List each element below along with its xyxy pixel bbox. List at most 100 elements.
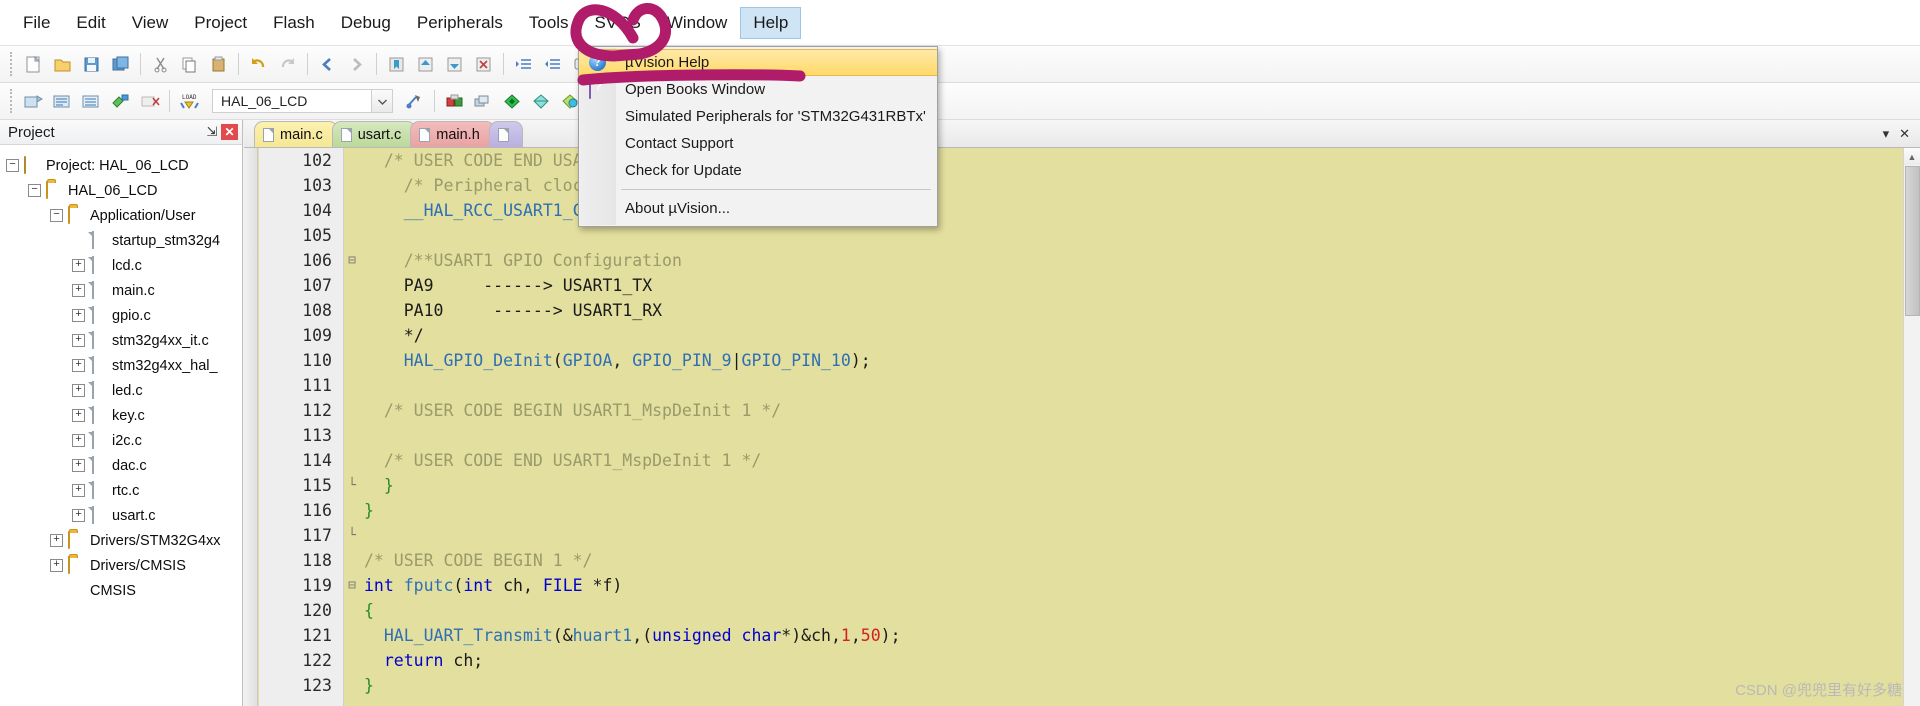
- new-file-icon[interactable]: [20, 51, 47, 78]
- back-icon[interactable]: [314, 51, 341, 78]
- tree-expand-icon[interactable]: +: [72, 384, 85, 397]
- help-menu-item[interactable]: About µVision...: [579, 195, 937, 222]
- code-editor[interactable]: 102 /* USER CODE END USART1_MspDeInit 0 …: [244, 148, 1920, 706]
- fold-marker[interactable]: └: [344, 523, 360, 548]
- tree-item[interactable]: + lcd.c: [6, 253, 242, 278]
- tree-item[interactable]: + Drivers/STM32G4xx: [6, 528, 242, 553]
- tree-expand-icon[interactable]: +: [72, 484, 85, 497]
- menu-file[interactable]: File: [10, 7, 63, 39]
- tree-expand-icon[interactable]: +: [50, 534, 63, 547]
- tree-item[interactable]: + rtc.c: [6, 478, 242, 503]
- menu-svcs[interactable]: SVCS: [582, 7, 654, 39]
- tree-item[interactable]: + gpio.c: [6, 303, 242, 328]
- fold-marker[interactable]: ⊟: [344, 248, 360, 273]
- fold-marker[interactable]: ⊟: [344, 573, 360, 598]
- menu-peripherals[interactable]: Peripherals: [404, 7, 516, 39]
- help-menu-item[interactable]: Open Books Window: [579, 76, 937, 103]
- toolbar-grip[interactable]: [10, 52, 14, 76]
- editor-tab[interactable]: main.c: [254, 121, 338, 147]
- bookmark-toggle-icon[interactable]: [383, 51, 410, 78]
- tree-item[interactable]: + led.c: [6, 378, 242, 403]
- tree-expand-icon[interactable]: +: [72, 359, 85, 372]
- toolbar-grip-2[interactable]: [10, 89, 14, 113]
- pin-icon[interactable]: ⇲: [203, 123, 221, 141]
- help-menu-item[interactable]: Contact Support: [579, 130, 937, 157]
- stop-build-icon[interactable]: [136, 88, 163, 115]
- editor-tab[interactable]: usart.c: [331, 121, 417, 147]
- menu-view[interactable]: View: [119, 7, 182, 39]
- tree-item[interactable]: + dac.c: [6, 453, 242, 478]
- cut-icon[interactable]: [147, 51, 174, 78]
- tree-item[interactable]: + i2c.c: [6, 428, 242, 453]
- tree-expand-icon[interactable]: +: [72, 434, 85, 447]
- tree-expand-icon[interactable]: +: [72, 459, 85, 472]
- save-all-icon[interactable]: [107, 51, 134, 78]
- scrollbar-thumb[interactable]: [1905, 166, 1920, 316]
- editor-tab[interactable]: main.h: [410, 121, 495, 147]
- tree-item[interactable]: + stm32g4xx_it.c: [6, 328, 242, 353]
- tree-item[interactable]: + usart.c: [6, 503, 242, 528]
- tree-expand-icon[interactable]: +: [50, 559, 63, 572]
- forward-icon[interactable]: [343, 51, 370, 78]
- build-icon[interactable]: [49, 88, 76, 115]
- batch-build-icon[interactable]: [107, 88, 134, 115]
- project-target-select[interactable]: HAL_06_LCD: [212, 89, 372, 113]
- redo-icon[interactable]: [274, 51, 301, 78]
- tree-collapse-icon[interactable]: −: [28, 184, 41, 197]
- tree-item[interactable]: − HAL_06_LCD: [6, 178, 242, 203]
- tree-item[interactable]: + key.c: [6, 403, 242, 428]
- scroll-up-arrow-icon[interactable]: ▲: [1904, 148, 1920, 165]
- editor-tab[interactable]: [488, 121, 523, 147]
- menu-debug[interactable]: Debug: [328, 7, 404, 39]
- tree-collapse-icon[interactable]: −: [50, 209, 63, 222]
- tree-expand-icon[interactable]: +: [72, 334, 85, 347]
- help-menu-item[interactable]: Check for Update: [579, 157, 937, 184]
- manage-run-time-env-icon[interactable]: [441, 88, 468, 115]
- tree-item[interactable]: − Project: HAL_06_LCD: [6, 153, 242, 178]
- open-file-icon[interactable]: [49, 51, 76, 78]
- manage-project-items-icon[interactable]: [528, 88, 555, 115]
- editor-vertical-scrollbar[interactable]: ▲: [1903, 148, 1920, 706]
- tree-collapse-icon[interactable]: −: [6, 159, 19, 172]
- tree-expand-icon[interactable]: +: [72, 259, 85, 272]
- bookmark-clear-icon[interactable]: [470, 51, 497, 78]
- close-icon[interactable]: ✕: [221, 124, 238, 140]
- tree-expand-icon[interactable]: +: [72, 509, 85, 522]
- rebuild-icon[interactable]: [78, 88, 105, 115]
- paste-icon[interactable]: [205, 51, 232, 78]
- menu-flash[interactable]: Flash: [260, 7, 328, 39]
- close-document-icon[interactable]: ✕: [1899, 126, 1910, 142]
- select-software-packs-icon[interactable]: [470, 88, 497, 115]
- tree-item[interactable]: CMSIS: [6, 578, 242, 603]
- menu-tools[interactable]: Tools: [516, 7, 582, 39]
- fold-marker[interactable]: └: [344, 473, 360, 498]
- translate-icon[interactable]: [20, 88, 47, 115]
- menu-project[interactable]: Project: [181, 7, 260, 39]
- tree-item[interactable]: + Drivers/CMSIS: [6, 553, 242, 578]
- tree-item[interactable]: + main.c: [6, 278, 242, 303]
- project-target-dropdown-icon[interactable]: [372, 89, 393, 113]
- indent-decrease-icon[interactable]: [539, 51, 566, 78]
- pack-installer-icon[interactable]: [499, 88, 526, 115]
- bookmark-next-icon[interactable]: [441, 51, 468, 78]
- save-icon[interactable]: [78, 51, 105, 78]
- help-menu-item[interactable]: Simulated Peripherals for 'STM32G431RBTx…: [579, 103, 937, 130]
- tree-item[interactable]: − Application/User: [6, 203, 242, 228]
- menu-window[interactable]: Window: [654, 7, 740, 39]
- tree-item[interactable]: + stm32g4xx_hal_: [6, 353, 242, 378]
- restore-window-icon[interactable]: ▾: [1883, 126, 1890, 142]
- tree-item[interactable]: startup_stm32g4: [6, 228, 242, 253]
- line-number: 123: [302, 676, 332, 695]
- menu-edit[interactable]: Edit: [63, 7, 118, 39]
- bookmark-prev-icon[interactable]: [412, 51, 439, 78]
- download-icon[interactable]: LOAD: [176, 88, 203, 115]
- tree-expand-icon[interactable]: +: [72, 309, 85, 322]
- target-options-icon[interactable]: [401, 88, 428, 115]
- copy-icon[interactable]: [176, 51, 203, 78]
- tree-expand-icon[interactable]: +: [72, 409, 85, 422]
- menu-help[interactable]: Help: [740, 6, 802, 39]
- undo-icon[interactable]: [245, 51, 272, 78]
- help-menu-item[interactable]: ? µVision Help: [579, 49, 937, 76]
- indent-increase-icon[interactable]: [510, 51, 537, 78]
- tree-expand-icon[interactable]: +: [72, 284, 85, 297]
